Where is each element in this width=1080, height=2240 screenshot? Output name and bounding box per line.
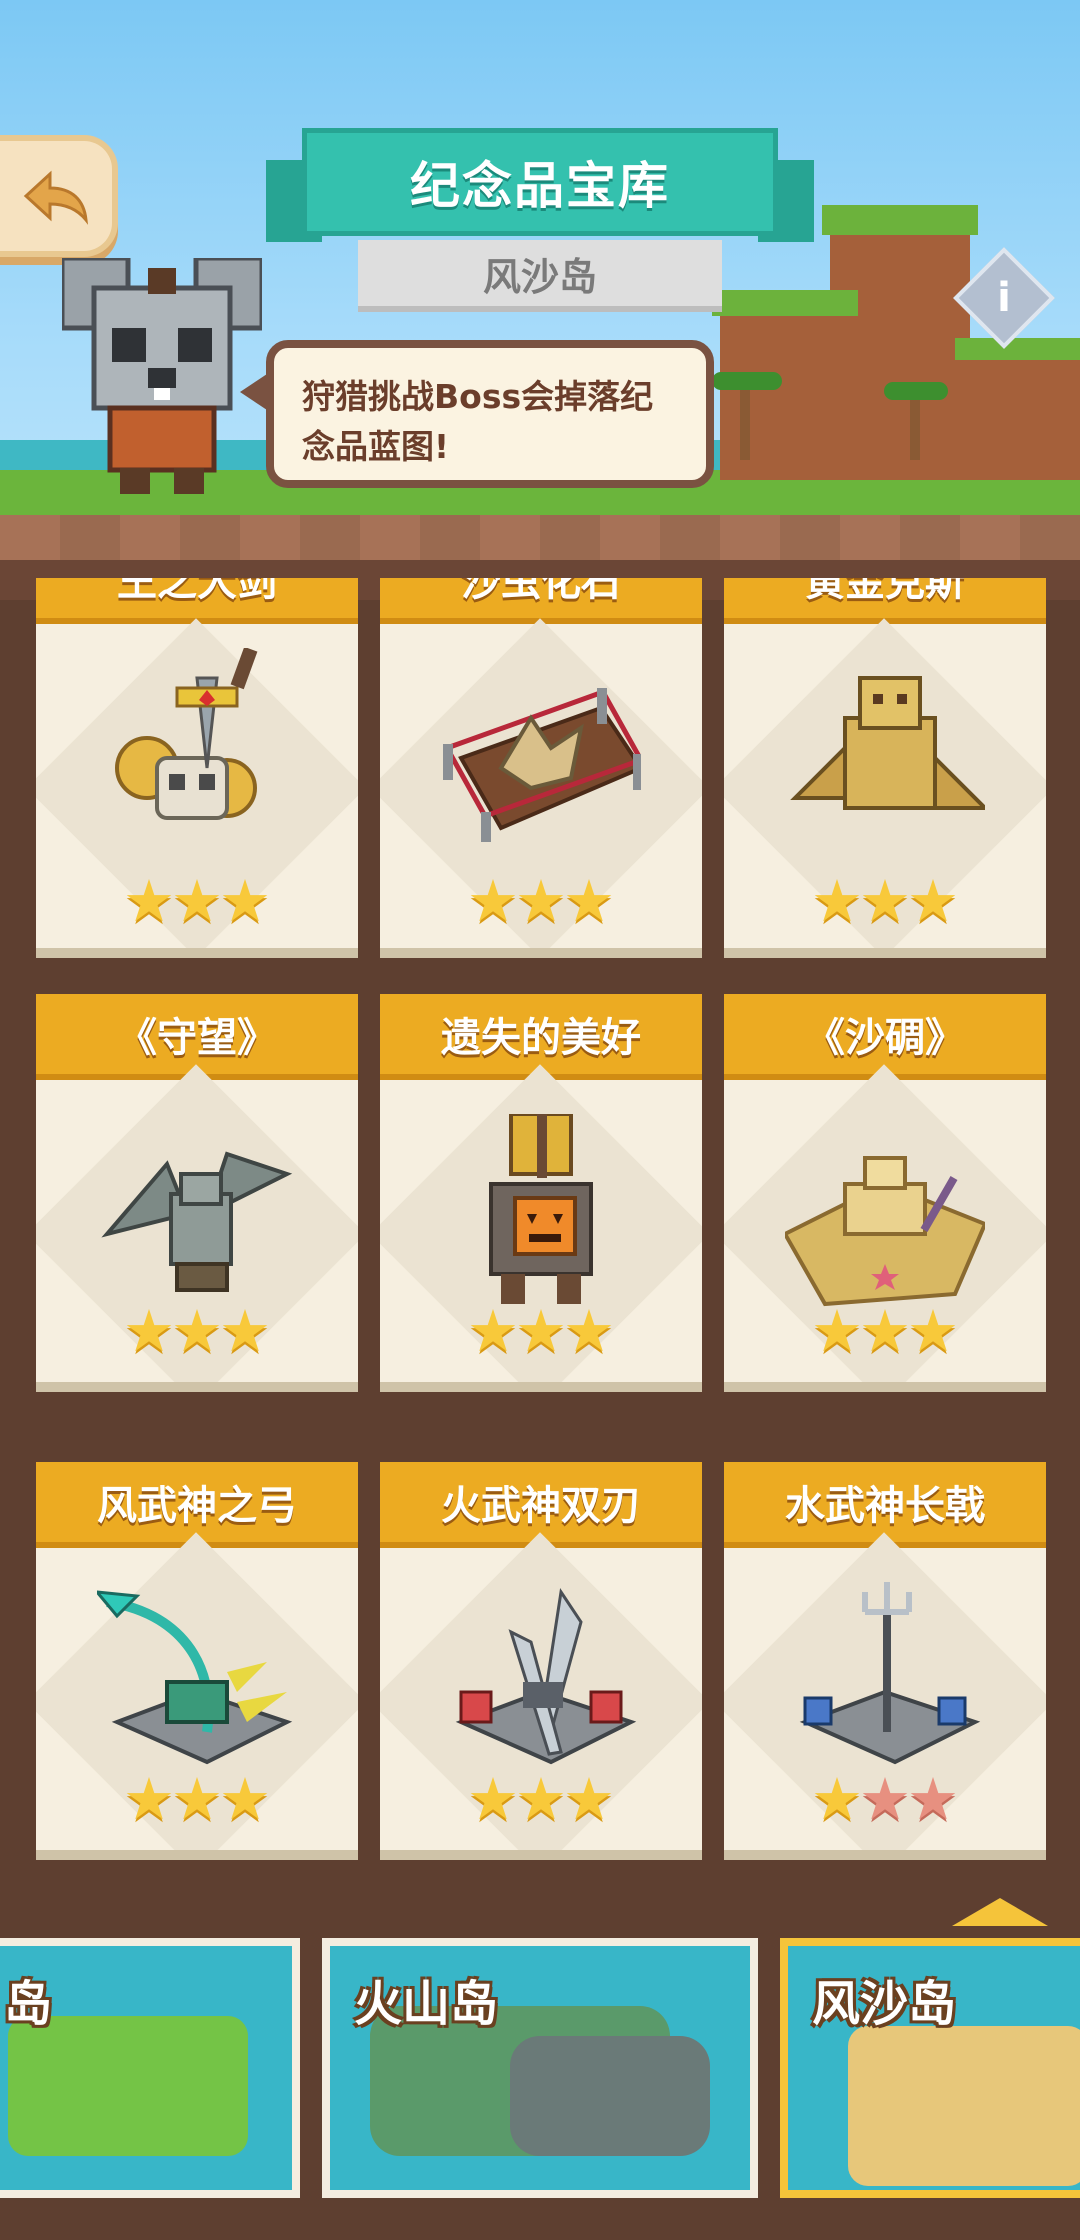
- star-icon: ★: [515, 1765, 567, 1833]
- wind-god-bow-icon: [97, 1590, 293, 1765]
- souvenir-card[interactable]: 《守望》 ★★★: [36, 994, 358, 1392]
- golden-sphinx-icon: [790, 676, 985, 810]
- souvenir-grid: 王之大剑 ★★★ 沙虫化石 ★★★ 黄金克斯 ★★★ 《守望》 ★★★ 遗失的美…: [36, 578, 1046, 1898]
- back-arrow-icon: [23, 170, 88, 225]
- info-icon: i: [997, 275, 1011, 321]
- star-rating: ★★★: [36, 872, 358, 930]
- star-rating: ★★★: [36, 1770, 358, 1828]
- star-icon: ★: [563, 1765, 615, 1833]
- star-icon: ★: [563, 1297, 615, 1365]
- island-name: 岛: [4, 1976, 53, 2032]
- souvenir-name: 王之大剑: [36, 578, 358, 624]
- star-icon: ★: [907, 1297, 959, 1365]
- souvenir-card[interactable]: 王之大剑 ★★★: [36, 578, 358, 958]
- souvenir-card[interactable]: 火武神双刃 ★★★: [380, 1462, 702, 1860]
- cliff-grass: [822, 205, 978, 235]
- star-icon: ★: [811, 1297, 863, 1365]
- island-land: [848, 2026, 1080, 2186]
- cliff: [960, 345, 1080, 480]
- mouse-mascot: [62, 258, 262, 494]
- star-icon: ★: [811, 867, 863, 935]
- fire-god-blades-icon: [455, 1587, 637, 1765]
- souvenir-card[interactable]: 黄金克斯 ★★★: [724, 578, 1046, 958]
- star-icon: ★: [219, 1297, 271, 1365]
- star-icon: ★: [219, 867, 271, 935]
- star-rating: ★★★: [36, 1302, 358, 1360]
- gargoyle-statue-icon: [101, 1151, 293, 1292]
- cliff: [830, 215, 970, 480]
- island-tab-selected[interactable]: 风沙岛: [780, 1938, 1080, 2198]
- star-icon: ★: [219, 1765, 271, 1833]
- pumpkin-totem-icon: [489, 1114, 593, 1304]
- star-icon: ★: [171, 867, 223, 935]
- star-icon: ★: [515, 1297, 567, 1365]
- great-sword-skull-icon: [115, 648, 258, 820]
- star-icon: ★: [563, 867, 615, 935]
- star-rating: ★★★: [380, 1770, 702, 1828]
- star-icon: ★: [123, 867, 175, 935]
- water-god-halberd-icon: [799, 1582, 981, 1765]
- star-rating: ★★★: [380, 1302, 702, 1360]
- star-icon-empty: ★: [859, 1765, 911, 1833]
- star-icon: ★: [467, 867, 519, 935]
- star-icon: ★: [171, 1765, 223, 1833]
- star-icon: ★: [467, 1297, 519, 1365]
- island-rocks: [510, 2036, 710, 2156]
- star-icon: ★: [859, 1297, 911, 1365]
- star-icon: ★: [171, 1297, 223, 1365]
- star-rating: ★★★: [380, 872, 702, 930]
- star-icon: ★: [515, 867, 567, 935]
- island-name: 风沙岛: [812, 1976, 957, 2032]
- star-icon: ★: [123, 1297, 175, 1365]
- star-icon: ★: [467, 1765, 519, 1833]
- star-rating: ★★★: [724, 872, 1046, 930]
- island-land: [8, 2016, 248, 2156]
- island-tab[interactable]: 岛: [0, 1938, 300, 2198]
- page-title: 纪念品宝库: [410, 157, 670, 215]
- star-rating: ★★★: [724, 1302, 1046, 1360]
- star-icon: ★: [123, 1765, 175, 1833]
- star-icon: ★: [811, 1765, 863, 1833]
- cliff-grass: [955, 338, 1080, 360]
- star-icon-empty: ★: [907, 1765, 959, 1833]
- star-rating: ★★★: [724, 1770, 1046, 1828]
- palm-tree: [740, 380, 750, 460]
- star-icon: ★: [859, 867, 911, 935]
- palm-leaf: [884, 382, 948, 400]
- selected-island-arrow-icon: [952, 1898, 1048, 1926]
- island-tab[interactable]: 火山岛: [322, 1938, 758, 2198]
- souvenir-card[interactable]: 风武神之弓 ★★★: [36, 1462, 358, 1860]
- tip-speech-bubble: 狩猎挑战Boss会掉落纪念品蓝图!: [266, 340, 714, 488]
- island-name: 火山岛: [354, 1976, 499, 2032]
- island-subtitle: 风沙岛: [358, 240, 722, 312]
- cliff-grass: [712, 290, 858, 316]
- title-banner: 纪念品宝库: [302, 128, 778, 236]
- sandworm-fossil-icon: [443, 688, 641, 842]
- souvenir-card[interactable]: 水武神长戟 ★★★: [724, 1462, 1046, 1860]
- palm-leaf: [712, 372, 782, 390]
- souvenir-name: 黄金克斯: [724, 578, 1046, 624]
- palm-tree: [910, 390, 920, 460]
- souvenir-name: 沙虫化石: [380, 578, 702, 624]
- souvenir-card[interactable]: 遗失的美好 ★★★: [380, 994, 702, 1392]
- star-icon: ★: [907, 867, 959, 935]
- sandcastle-icon: [785, 1156, 985, 1307]
- souvenir-card[interactable]: 《沙碉》 ★★★: [724, 994, 1046, 1392]
- souvenir-card[interactable]: 沙虫化石 ★★★: [380, 578, 702, 958]
- back-button[interactable]: [0, 135, 118, 257]
